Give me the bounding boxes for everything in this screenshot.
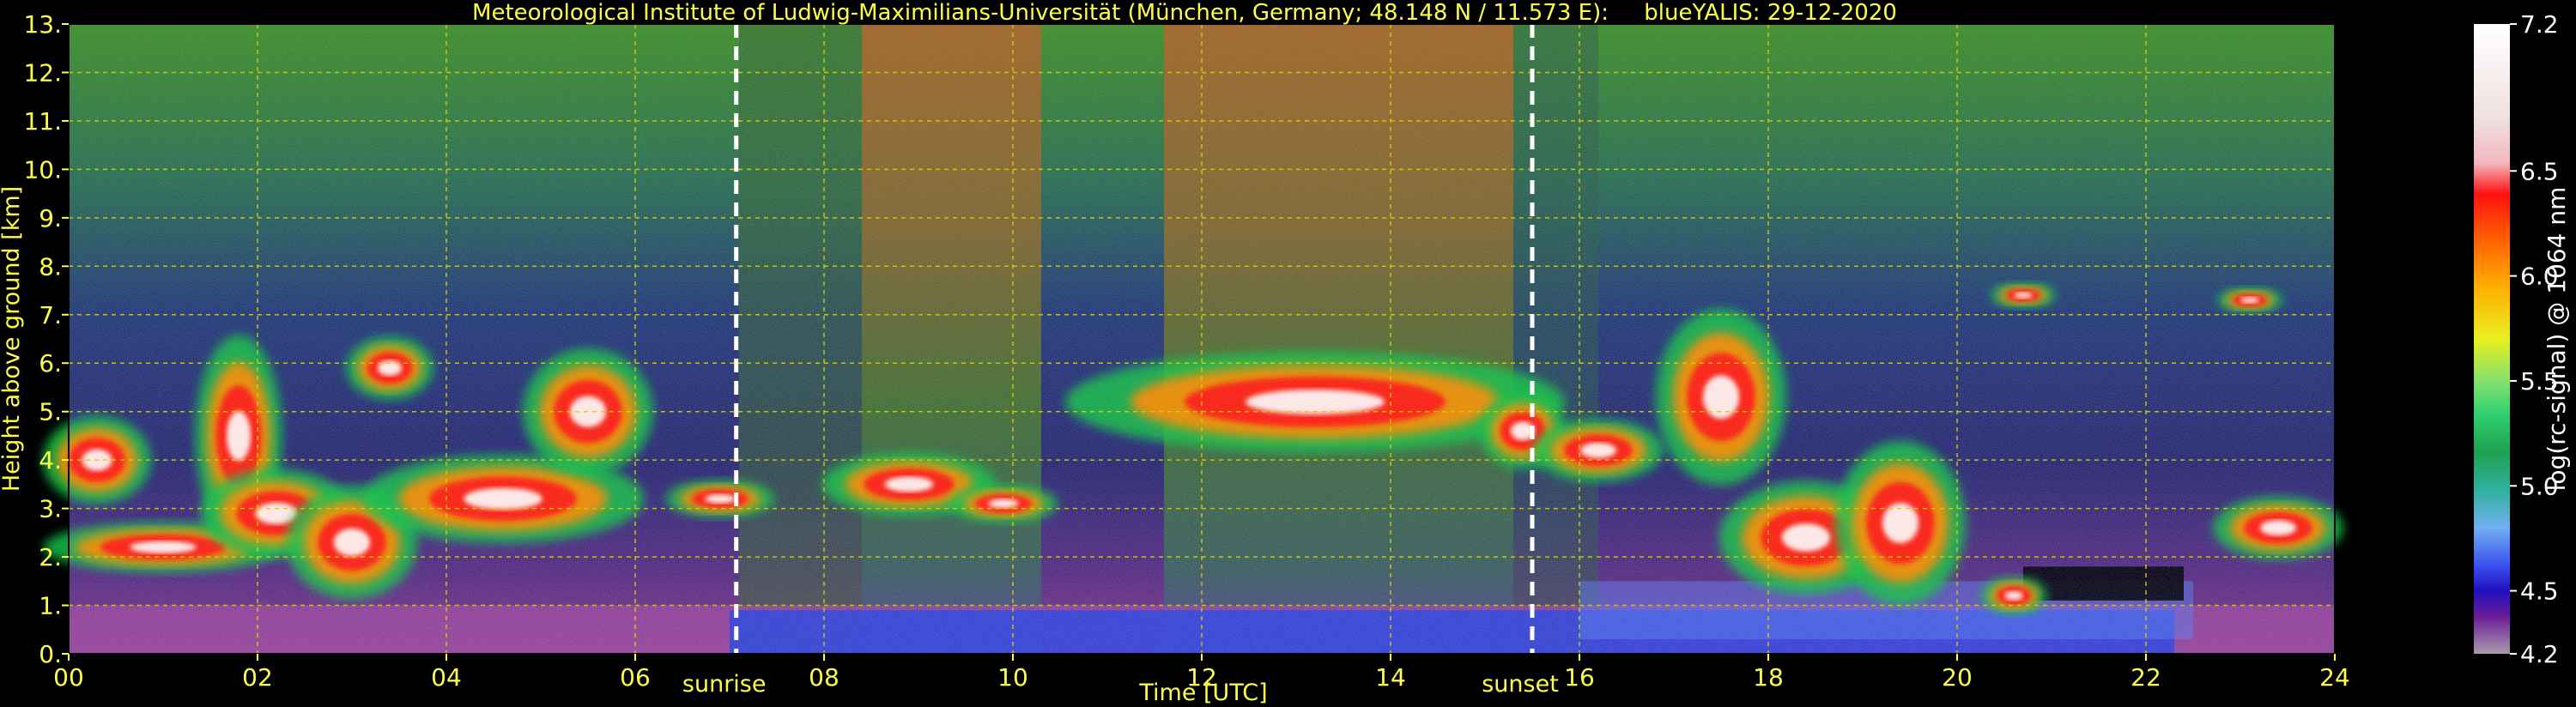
y-tick-label: 0. [39, 640, 62, 668]
x-tick-label: 14 [1375, 663, 1406, 692]
y-tick-label: 1. [39, 592, 62, 620]
y-tick-label: 2. [39, 543, 62, 571]
y-tick-label: 3. [39, 495, 62, 523]
x-tick-label: 24 [2319, 663, 2350, 692]
lidar-figure: sunrise sunset 00 02 04 06 08 10 12 14 16 18 20 22 24… [0, 0, 2571, 706]
y-tick-label: 13. [23, 10, 62, 39]
marker-label-sunset: sunset [1482, 671, 1559, 698]
y-tick-label: 12. [23, 58, 62, 87]
colorbar-tick-label: 7.2 [2520, 10, 2559, 39]
colorbar-tick-label: 4.5 [2520, 577, 2559, 606]
y-tick-label: 4. [39, 446, 62, 474]
y-tick-label: 6. [39, 349, 62, 378]
y-tick-label: 8. [39, 252, 62, 281]
y-tick-label: 5. [39, 398, 62, 426]
y-tick-label: 9. [39, 204, 62, 233]
x-axis-label: Time [UTC] [1138, 680, 1267, 706]
x-tick-label: 04 [431, 663, 462, 692]
x-tick-label: 08 [809, 663, 839, 692]
y-tick-label: 11. [23, 107, 62, 136]
colorbar-tick-label: 4.2 [2520, 640, 2559, 668]
chart-title: Meteorological Institute of Ludwig-Maxim… [472, 0, 1897, 26]
x-tick-label: 22 [2131, 663, 2161, 692]
x-tick-label: 02 [242, 663, 273, 692]
colorbar-tick-label: 6.5 [2520, 157, 2559, 185]
x-tick-label: 06 [620, 663, 651, 692]
x-tick-label: 16 [1564, 663, 1595, 692]
y-tick-label: 7. [39, 301, 62, 329]
colorbar-label: log(rc-signal) @ 1064 nm [2543, 187, 2571, 492]
x-tick-label: 20 [1942, 663, 1973, 692]
x-tick-label: 18 [1753, 663, 1784, 692]
x-tick-label: 10 [997, 663, 1028, 692]
y-tick-label: 10. [23, 155, 62, 184]
colorbar [2474, 24, 2510, 654]
marker-label-sunrise: sunrise [682, 671, 767, 698]
backscatter-field [42, 24, 2343, 654]
y-axis-label: Height above ground [km] [0, 186, 25, 492]
